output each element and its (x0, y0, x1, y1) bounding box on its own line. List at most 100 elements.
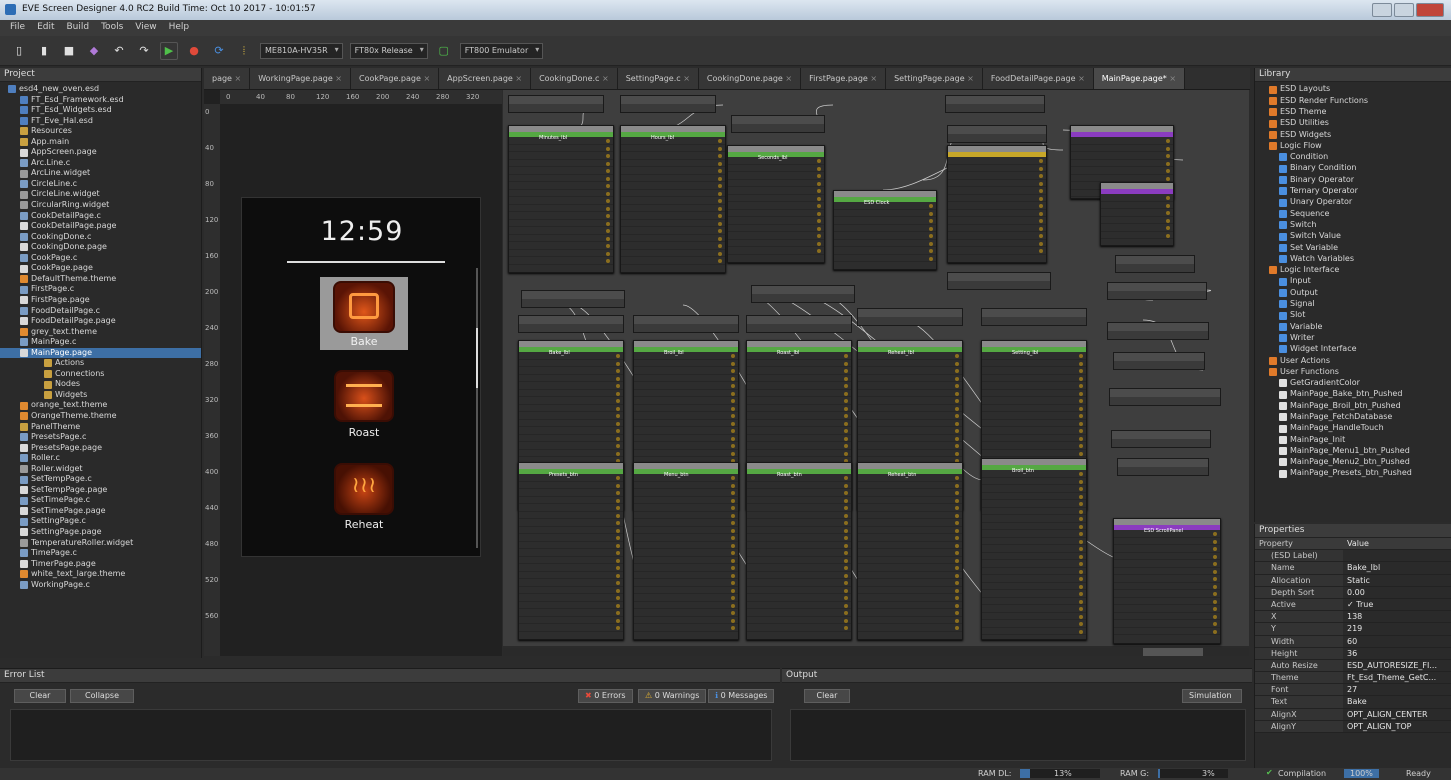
project-tree-item[interactable]: orange_text.theme (0, 400, 201, 411)
library-item[interactable]: Slot (1255, 310, 1451, 321)
logic-node-pin[interactable] (509, 175, 613, 182)
logic-node-pin[interactable] (982, 485, 1086, 493)
logic-node-pin[interactable] (982, 545, 1086, 553)
logic-node-pin[interactable] (948, 217, 1046, 225)
logic-node-pin[interactable] (747, 534, 851, 542)
logic-node-pin[interactable] (858, 482, 962, 489)
logic-node-pin[interactable] (1101, 224, 1173, 232)
logic-node-pin[interactable] (519, 397, 623, 405)
tab-close-icon[interactable]: × (421, 74, 430, 83)
logic-node-pin[interactable] (1101, 202, 1173, 209)
logic-node-pin[interactable] (858, 527, 962, 534)
logic-node-pin[interactable] (747, 442, 851, 450)
logic-node-pin[interactable] (1114, 590, 1220, 598)
logic-node-pin[interactable] (728, 172, 824, 180)
logic-node-pin[interactable] (982, 500, 1086, 508)
menu-view[interactable]: View (135, 22, 156, 34)
property-row[interactable]: Text Bake (1255, 696, 1451, 709)
logic-node-pin[interactable] (519, 624, 623, 632)
project-tree-item[interactable]: TimePage.c (0, 548, 201, 559)
logic-node-pin[interactable] (519, 534, 623, 542)
logic-node-pin[interactable] (982, 613, 1086, 620)
logic-node-pin[interactable] (1114, 530, 1220, 538)
property-row[interactable]: Height 36 (1255, 647, 1451, 660)
project-tree-item[interactable]: CircleLine.widget (0, 189, 201, 200)
property-row[interactable]: Allocation Static (1255, 574, 1451, 587)
project-tree-item[interactable]: Arc.Line.c (0, 158, 201, 169)
logic-node-pin[interactable] (519, 557, 623, 564)
project-tree-item[interactable]: FoodDetailPage.page (0, 316, 201, 327)
library-item[interactable]: Signal (1255, 299, 1451, 310)
logic-node-pin[interactable] (634, 405, 738, 412)
logic-node-pin[interactable] (519, 405, 623, 412)
minimize-button[interactable] (1372, 3, 1392, 17)
property-row[interactable]: AlignX OPT_ALIGN_CENTER (1255, 708, 1451, 721)
logic-event-node[interactable] (620, 95, 716, 113)
logic-event-node[interactable] (1111, 430, 1211, 448)
project-tree-item[interactable]: Widgets (0, 390, 201, 401)
editor-tab[interactable]: SettingPage.c × (617, 68, 699, 89)
output-text-area[interactable] (790, 709, 1246, 761)
logic-node-pin[interactable] (747, 367, 851, 375)
property-row[interactable]: Font 27 (1255, 684, 1451, 697)
errors-filter-button[interactable]: ✖ 0 Errors (578, 689, 633, 703)
logic-node-pin[interactable] (858, 557, 962, 564)
logic-node-pin[interactable] (982, 508, 1086, 515)
library-tree[interactable]: ESD Layouts ESD Render Functions ESD Theme… (1255, 82, 1451, 481)
logic-node-pin[interactable] (634, 609, 738, 617)
logic-node-pin[interactable] (1114, 545, 1220, 553)
logic-node-pin[interactable] (519, 497, 623, 504)
logic-node-pin[interactable] (747, 519, 851, 527)
logic-node-pin[interactable] (621, 220, 725, 227)
logic-node-pin[interactable] (834, 225, 936, 232)
logic-node-pin[interactable] (747, 412, 851, 420)
tab-close-icon[interactable]: × (333, 74, 342, 83)
logic-node-pin[interactable] (747, 512, 851, 519)
emulator-icon[interactable]: ▢ (435, 42, 453, 60)
logic-node-pin[interactable] (634, 474, 738, 482)
error-list-area[interactable] (10, 709, 772, 761)
logic-node-pin[interactable] (834, 217, 936, 225)
logic-node-pin[interactable] (728, 210, 824, 217)
logic-node[interactable]: ESD Clock (833, 190, 937, 270)
logic-node-pin[interactable] (634, 587, 738, 594)
library-item[interactable]: MainPage_Bake_btn_Pushed (1255, 389, 1451, 400)
build-icon[interactable]: ⦙ (235, 42, 253, 60)
logic-node[interactable]: Menu_btn (633, 462, 739, 640)
tab-close-icon[interactable]: × (599, 74, 609, 83)
project-tree-item[interactable]: SetTimePage.c (0, 495, 201, 506)
library-item[interactable]: Widget Interface (1255, 344, 1451, 355)
logic-node-pin[interactable] (747, 542, 851, 549)
logic-node-pin[interactable] (519, 474, 623, 482)
editor-tab[interactable]: MainPage.page* × (1093, 68, 1186, 89)
logic-node-pin[interactable] (747, 617, 851, 624)
logic-node-pin[interactable] (948, 202, 1046, 210)
logic-node-pin[interactable] (1114, 628, 1220, 635)
logic-node-pin[interactable] (982, 442, 1086, 450)
logic-node-pin[interactable] (982, 620, 1086, 628)
logic-node-pin[interactable] (948, 195, 1046, 202)
logic-node-pin[interactable] (634, 504, 738, 512)
logic-node-pin[interactable] (982, 397, 1086, 405)
logic-node-pin[interactable] (621, 137, 725, 145)
logic-node-pin[interactable] (621, 250, 725, 257)
project-tree-item[interactable]: Roller.c (0, 453, 201, 464)
logic-node-pin[interactable] (634, 579, 738, 587)
tab-close-icon[interactable]: × (513, 74, 522, 83)
project-tree-item[interactable]: PanelTheme (0, 422, 201, 433)
maximize-button[interactable] (1394, 3, 1414, 17)
logic-node-pin[interactable] (982, 352, 1086, 360)
library-item[interactable]: MainPage_HandleTouch (1255, 423, 1451, 434)
logic-node-pin[interactable] (621, 182, 725, 190)
logic-node-pin[interactable] (747, 482, 851, 489)
logic-node-pin[interactable] (634, 519, 738, 527)
property-value[interactable]: 27 (1343, 684, 1451, 695)
property-value[interactable]: 0.00 (1343, 587, 1451, 598)
logic-node-pin[interactable] (1071, 152, 1173, 160)
library-item[interactable]: MainPage_Init (1255, 434, 1451, 445)
project-tree-item[interactable]: ArcLine.widget (0, 168, 201, 179)
logic-node-pin[interactable] (858, 390, 962, 397)
logic-node-pin[interactable] (747, 497, 851, 504)
property-row[interactable]: AlignY OPT_ALIGN_TOP (1255, 720, 1451, 733)
logic-node-pin[interactable] (1114, 538, 1220, 545)
